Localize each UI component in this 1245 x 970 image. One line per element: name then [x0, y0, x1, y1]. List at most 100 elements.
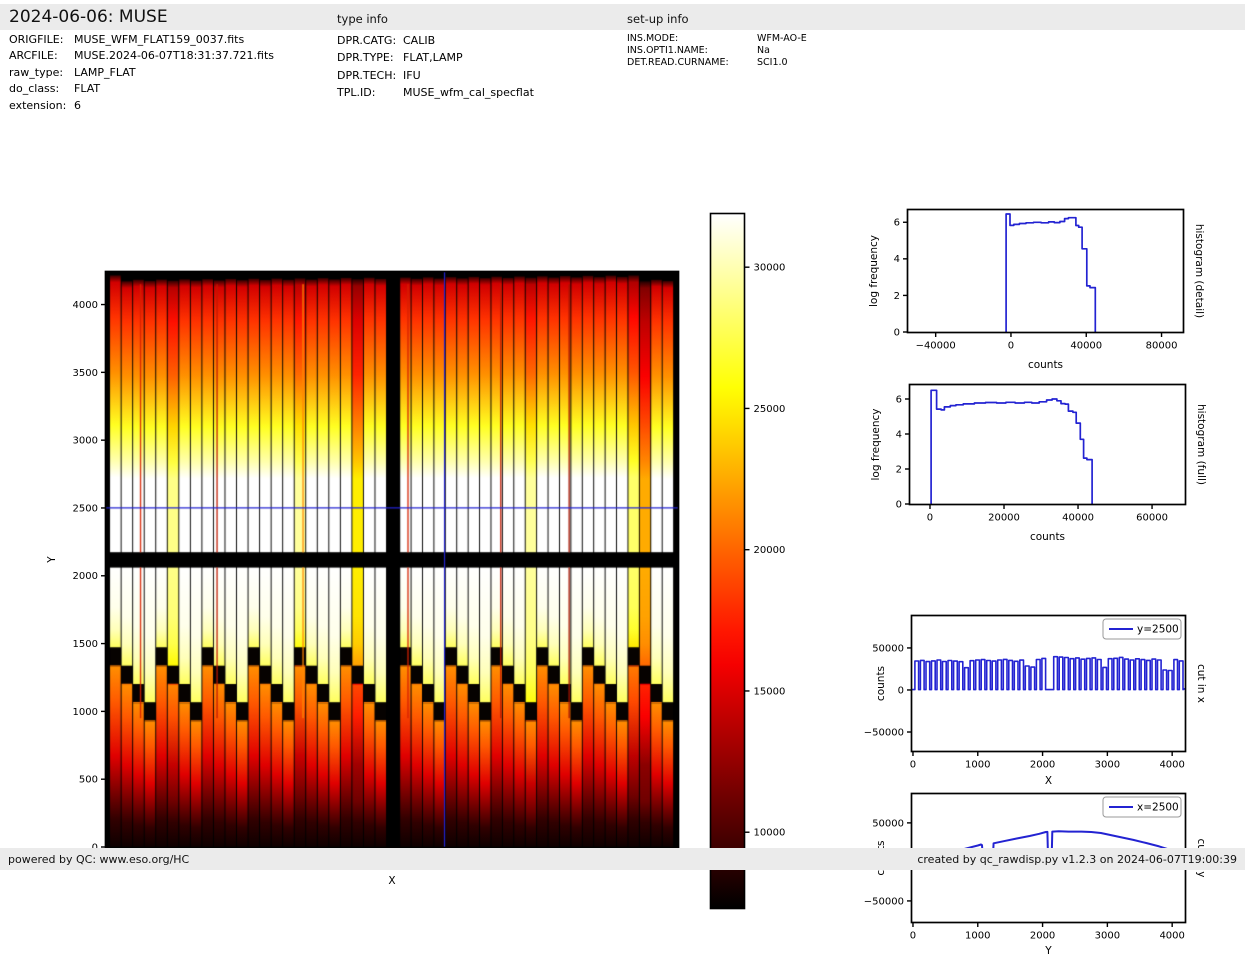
svg-text:40000: 40000: [1062, 513, 1094, 524]
svg-text:1000: 1000: [73, 707, 98, 718]
svg-text:−40000: −40000: [916, 341, 956, 352]
meta-row: INS.OPTI1.NAME:Na: [627, 45, 807, 57]
meta-row: INS.MODE:WFM-AO-E: [627, 33, 807, 45]
hist-full-plot: 0 20000 40000 60000 0 2 4 6 counts log frequency h…: [870, 385, 1207, 544]
meta-label: INS.OPTI1.NAME:: [627, 45, 757, 56]
meta-value: MUSE_wfm_cal_specflat: [403, 86, 534, 99]
svg-text:25000: 25000: [754, 404, 786, 415]
svg-text:histogram (detail): histogram (detail): [1193, 224, 1205, 318]
meta-row: ARCFILE:MUSE.2024-06-07T18:31:37.721.fit…: [9, 49, 274, 65]
page-title: 2024-06-06: MUSE: [9, 7, 168, 27]
meta-value: FLAT: [74, 82, 100, 95]
svg-text:0: 0: [896, 499, 902, 510]
svg-text:2000: 2000: [1030, 760, 1055, 771]
svg-text:cut in x: cut in x: [1195, 664, 1207, 703]
meta-label: do_class:: [9, 82, 74, 95]
svg-text:Y: Y: [46, 556, 58, 564]
svg-text:60000: 60000: [1136, 513, 1168, 524]
svg-text:2: 2: [896, 464, 902, 475]
svg-text:30000: 30000: [754, 263, 786, 274]
svg-text:4000: 4000: [73, 300, 98, 311]
svg-text:Y: Y: [1044, 945, 1052, 957]
svg-text:50000: 50000: [872, 818, 904, 829]
meta-row: DPR.TYPE:FLAT,LAMP: [337, 51, 534, 68]
meta-row: raw_type:LAMP_FLAT: [9, 66, 274, 82]
meta-value: SCI1.0: [757, 57, 788, 68]
svg-text:20000: 20000: [988, 513, 1020, 524]
svg-text:counts: counts: [875, 666, 887, 701]
svg-text:80000: 80000: [1146, 341, 1178, 352]
meta-value: MUSE.2024-06-07T18:31:37.721.fits: [74, 49, 274, 62]
svg-text:10000: 10000: [754, 828, 786, 839]
meta-label: DPR.TYPE:: [337, 51, 403, 64]
svg-text:0: 0: [910, 931, 916, 942]
svg-text:−50000: −50000: [864, 896, 904, 907]
raw-image-canvas: [106, 272, 678, 847]
svg-text:6: 6: [896, 394, 902, 405]
svg-text:X: X: [1045, 775, 1052, 787]
type-info: DPR.CATG:CALIBDPR.TYPE:FLAT,LAMPDPR.TECH…: [337, 34, 534, 103]
meta-value: LAMP_FLAT: [74, 66, 136, 79]
svg-text:0: 0: [910, 760, 916, 771]
type-info-title: type info: [337, 12, 388, 26]
meta-row: ORIGFILE:MUSE_WFM_FLAT159_0037.fits: [9, 33, 274, 49]
svg-text:X: X: [388, 875, 395, 887]
svg-text:y=2500: y=2500: [1137, 624, 1179, 636]
svg-text:15000: 15000: [754, 686, 786, 697]
svg-text:x=2500: x=2500: [1137, 802, 1179, 814]
meta-label: ORIGFILE:: [9, 33, 74, 46]
cut-x-plot: 0 1000 2000 3000 4000 −50000 0 50000 Xcounts cut …: [864, 616, 1207, 788]
meta-value: Na: [757, 45, 770, 56]
svg-text:histogram (full): histogram (full): [1195, 404, 1207, 485]
figure-area: 0500100015002000250030003500400005001000…: [0, 100, 1245, 848]
svg-text:2000: 2000: [73, 571, 98, 582]
svg-text:log frequency: log frequency: [870, 408, 882, 480]
svg-text:1000: 1000: [965, 931, 990, 942]
svg-text:50000: 50000: [872, 643, 904, 654]
svg-text:counts: counts: [1030, 531, 1065, 543]
svg-text:0: 0: [927, 513, 933, 524]
svg-text:0: 0: [894, 327, 900, 338]
hist-detail-plot: −40000040000800000246countslog frequency…: [868, 210, 1205, 372]
svg-text:40000: 40000: [1070, 341, 1102, 352]
svg-text:3000: 3000: [1095, 760, 1120, 771]
svg-text:counts: counts: [1028, 359, 1063, 371]
svg-text:4: 4: [894, 254, 900, 265]
meta-label: INS.MODE:: [627, 33, 757, 44]
svg-text:−50000: −50000: [864, 727, 904, 738]
meta-row: DPR.CATG:CALIB: [337, 34, 534, 51]
meta-row: DPR.TECH:IFU: [337, 69, 534, 86]
meta-label: ARCFILE:: [9, 49, 74, 62]
svg-text:log frequency: log frequency: [868, 235, 880, 307]
setup-info: INS.MODE:WFM-AO-EINS.OPTI1.NAME:NaDET.RE…: [627, 33, 807, 68]
meta-row: DET.READ.CURNAME:SCI1.0: [627, 57, 807, 69]
svg-text:2: 2: [894, 291, 900, 302]
meta-label: DPR.CATG:: [337, 34, 403, 47]
meta-label: raw_type:: [9, 66, 74, 79]
meta-value: FLAT,LAMP: [403, 51, 463, 64]
svg-text:6: 6: [894, 218, 900, 229]
meta-label: DET.READ.CURNAME:: [627, 57, 757, 68]
header-bar: [0, 4, 1245, 30]
svg-text:3000: 3000: [1095, 931, 1120, 942]
svg-text:3000: 3000: [73, 436, 98, 447]
meta-value: MUSE_WFM_FLAT159_0037.fits: [74, 33, 244, 46]
svg-text:4000: 4000: [1159, 760, 1184, 771]
svg-text:4: 4: [896, 429, 902, 440]
meta-value: CALIB: [403, 34, 435, 47]
svg-text:2500: 2500: [73, 503, 98, 514]
svg-text:3500: 3500: [73, 368, 98, 379]
svg-text:1500: 1500: [73, 639, 98, 650]
meta-label: DPR.TECH:: [337, 69, 403, 82]
meta-row: do_class:FLAT: [9, 82, 274, 98]
footer-right-text: created by qc_rawdisp.py v1.2.3 on 2024-…: [917, 853, 1237, 866]
footer-left-text: powered by QC: www.eso.org/HC: [8, 853, 189, 866]
meta-label: TPL.ID:: [337, 86, 403, 99]
svg-text:500: 500: [79, 775, 98, 786]
svg-text:20000: 20000: [754, 545, 786, 556]
svg-text:4000: 4000: [1159, 931, 1184, 942]
svg-text:0: 0: [898, 685, 904, 696]
meta-value: WFM-AO-E: [757, 33, 807, 44]
svg-text:1000: 1000: [965, 760, 990, 771]
colorbar-gradient: [711, 214, 744, 908]
